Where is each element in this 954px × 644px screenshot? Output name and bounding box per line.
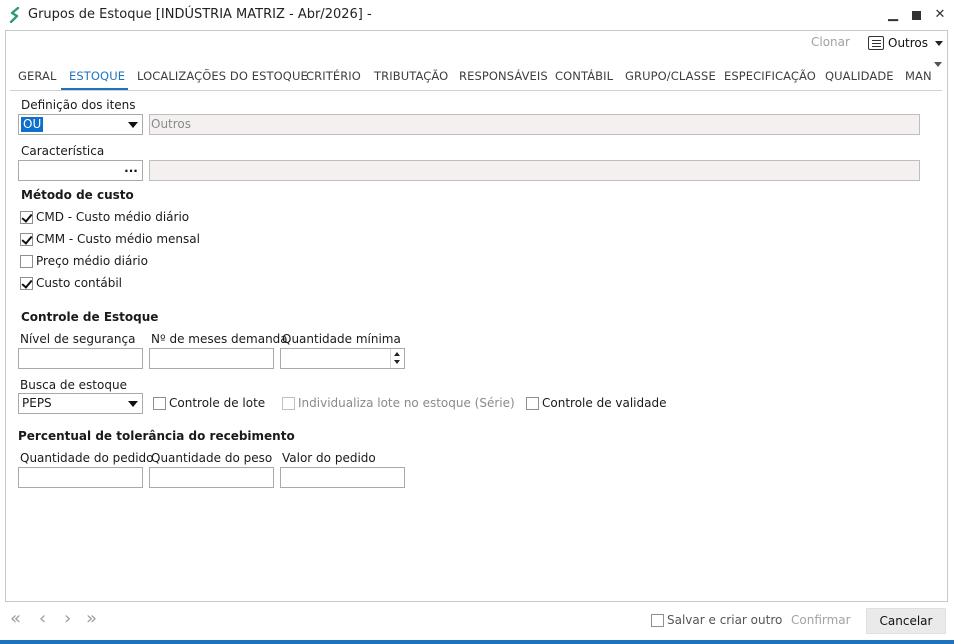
confirmar-button[interactable]: Confirmar xyxy=(791,613,851,627)
controle-validade-checkbox[interactable]: Controle de validade xyxy=(526,396,666,410)
quantidade-pedido-label: Quantidade do pedido xyxy=(20,451,154,465)
controle-lote-label: Controle de lote xyxy=(169,396,266,410)
tab-bar: GERAL ESTOQUE LOCALIZAÇÕES DO ESTOQUE CR… xyxy=(10,64,942,91)
tab-qualidade[interactable]: QUALIDADE xyxy=(825,69,894,83)
tab-contabil[interactable]: CONTÁBIL xyxy=(555,69,613,83)
first-record-icon[interactable]: « xyxy=(10,609,21,629)
maximize-icon xyxy=(911,11,921,20)
tab-man[interactable]: MAN xyxy=(905,69,932,83)
valor-pedido-label: Valor do pedido xyxy=(282,451,376,465)
busca-estoque-label: Busca de estoque xyxy=(20,378,127,392)
custo-contabil-checkbox[interactable]: Custo contábil xyxy=(20,276,122,290)
tab-grupo-classe[interactable]: GRUPO/CLASSE xyxy=(625,69,716,83)
meses-demanda-label: Nº de meses demanda xyxy=(151,332,288,346)
minimize-icon: ▁ xyxy=(888,7,898,22)
cmd-checkbox[interactable]: CMD - Custo médio diário xyxy=(20,210,189,224)
clonar-button[interactable]: Clonar xyxy=(811,35,850,49)
window-title: Grupos de Estoque [INDÚSTRIA MATRIZ - Ab… xyxy=(28,7,372,22)
individualiza-lote-checkbox[interactable]: Individualiza lote no estoque (Série) xyxy=(282,396,515,410)
list-icon xyxy=(868,36,884,50)
definicao-description-field xyxy=(149,114,920,135)
spinner-control[interactable] xyxy=(390,349,404,368)
salvar-criar-outro-checkbox[interactable]: Salvar e criar outro xyxy=(651,613,782,627)
tab-tributacao[interactable]: TRIBUTAÇÃO xyxy=(374,69,448,83)
nivel-seguranca-label: Nível de segurança xyxy=(20,332,136,346)
maximize-button[interactable] xyxy=(905,4,927,26)
caracteristica-label: Característica xyxy=(21,144,105,158)
metodo-custo-heading: Método de custo xyxy=(21,188,134,202)
checkbox-unchecked-icon xyxy=(282,396,295,410)
nivel-seguranca-input[interactable] xyxy=(18,348,143,369)
tab-responsaveis[interactable]: RESPONSÁVEIS xyxy=(459,69,548,83)
controle-estoque-heading: Controle de Estoque xyxy=(21,310,159,324)
checkbox-unchecked-icon xyxy=(153,396,166,410)
cmm-label: CMM - Custo médio mensal xyxy=(36,232,200,246)
caracteristica-input[interactable]: ... xyxy=(18,160,143,181)
spin-up-icon[interactable] xyxy=(394,352,400,356)
checkbox-unchecked-icon xyxy=(651,613,664,627)
definicao-select[interactable]: OU xyxy=(18,114,143,135)
busca-estoque-select[interactable]: PEPS xyxy=(18,393,143,414)
spin-down-icon[interactable] xyxy=(394,360,400,364)
definicao-value: OU xyxy=(21,117,44,132)
next-record-icon[interactable]: › xyxy=(64,609,71,629)
last-record-icon[interactable]: » xyxy=(86,609,97,629)
cmm-checkbox[interactable]: CMM - Custo médio mensal xyxy=(20,232,200,246)
quantidade-peso-input[interactable] xyxy=(149,467,274,488)
outros-menu-button[interactable]: Outros xyxy=(868,34,944,52)
meses-demanda-input[interactable] xyxy=(149,348,274,369)
custo-contabil-label: Custo contábil xyxy=(36,276,122,290)
checkbox-checked-icon xyxy=(20,210,33,224)
preco-medio-diario-label: Preço médio diário xyxy=(36,254,148,268)
dropdown-arrow-icon xyxy=(128,122,138,128)
previous-record-icon[interactable]: ‹ xyxy=(39,609,46,629)
salvar-criar-outro-label: Salvar e criar outro xyxy=(667,613,783,627)
busca-estoque-value: PEPS xyxy=(22,396,52,410)
tab-geral[interactable]: GERAL xyxy=(18,69,56,83)
active-tab-indicator xyxy=(61,88,128,90)
caracteristica-description-field xyxy=(149,160,920,181)
tab-localizacoes-do-estoque[interactable]: LOCALIZAÇÕES DO ESTOQUE xyxy=(137,69,308,83)
close-button[interactable]: ✕ xyxy=(929,4,951,26)
checkbox-unchecked-icon xyxy=(20,254,33,268)
quantidade-minima-stepper[interactable] xyxy=(280,348,405,369)
valor-pedido-input[interactable] xyxy=(280,467,405,488)
definicao-description-text: Outros xyxy=(151,117,192,131)
controle-validade-label: Controle de validade xyxy=(542,396,667,410)
preco-medio-diario-checkbox[interactable]: Preço médio diário xyxy=(20,254,148,268)
quantidade-pedido-input[interactable] xyxy=(18,467,143,488)
percentual-tolerancia-heading: Percentual de tolerância do recebimento xyxy=(18,429,295,443)
tab-especificacao[interactable]: ESPECIFICAÇÃO xyxy=(724,69,816,83)
ellipsis-icon[interactable]: ... xyxy=(120,161,142,180)
definicao-label: Definição dos itens xyxy=(21,98,136,112)
tab-scroll-down-icon[interactable] xyxy=(934,62,942,67)
window-bottom-border xyxy=(0,640,954,644)
checkbox-checked-icon xyxy=(20,276,33,290)
cmd-label: CMD - Custo médio diário xyxy=(36,210,190,224)
chevron-down-icon xyxy=(935,40,944,46)
quantidade-peso-label: Quantidade do peso xyxy=(151,451,273,465)
individualiza-lote-label: Individualiza lote no estoque (Série) xyxy=(298,396,515,410)
outros-label: Outros xyxy=(888,36,929,50)
cancelar-button[interactable]: Cancelar xyxy=(866,608,946,634)
minimize-button[interactable]: ▁ xyxy=(882,4,904,26)
tab-criterio[interactable]: CRITÉRIO xyxy=(306,69,361,83)
app-logo-icon xyxy=(9,7,20,23)
tab-estoque[interactable]: ESTOQUE xyxy=(69,69,125,83)
dropdown-arrow-icon xyxy=(128,401,138,407)
close-icon: ✕ xyxy=(934,7,946,22)
controle-lote-checkbox[interactable]: Controle de lote xyxy=(153,396,265,410)
checkbox-unchecked-icon xyxy=(526,396,539,410)
quantidade-minima-label: Quantidade mínima xyxy=(282,332,401,346)
checkbox-checked-icon xyxy=(20,232,33,246)
